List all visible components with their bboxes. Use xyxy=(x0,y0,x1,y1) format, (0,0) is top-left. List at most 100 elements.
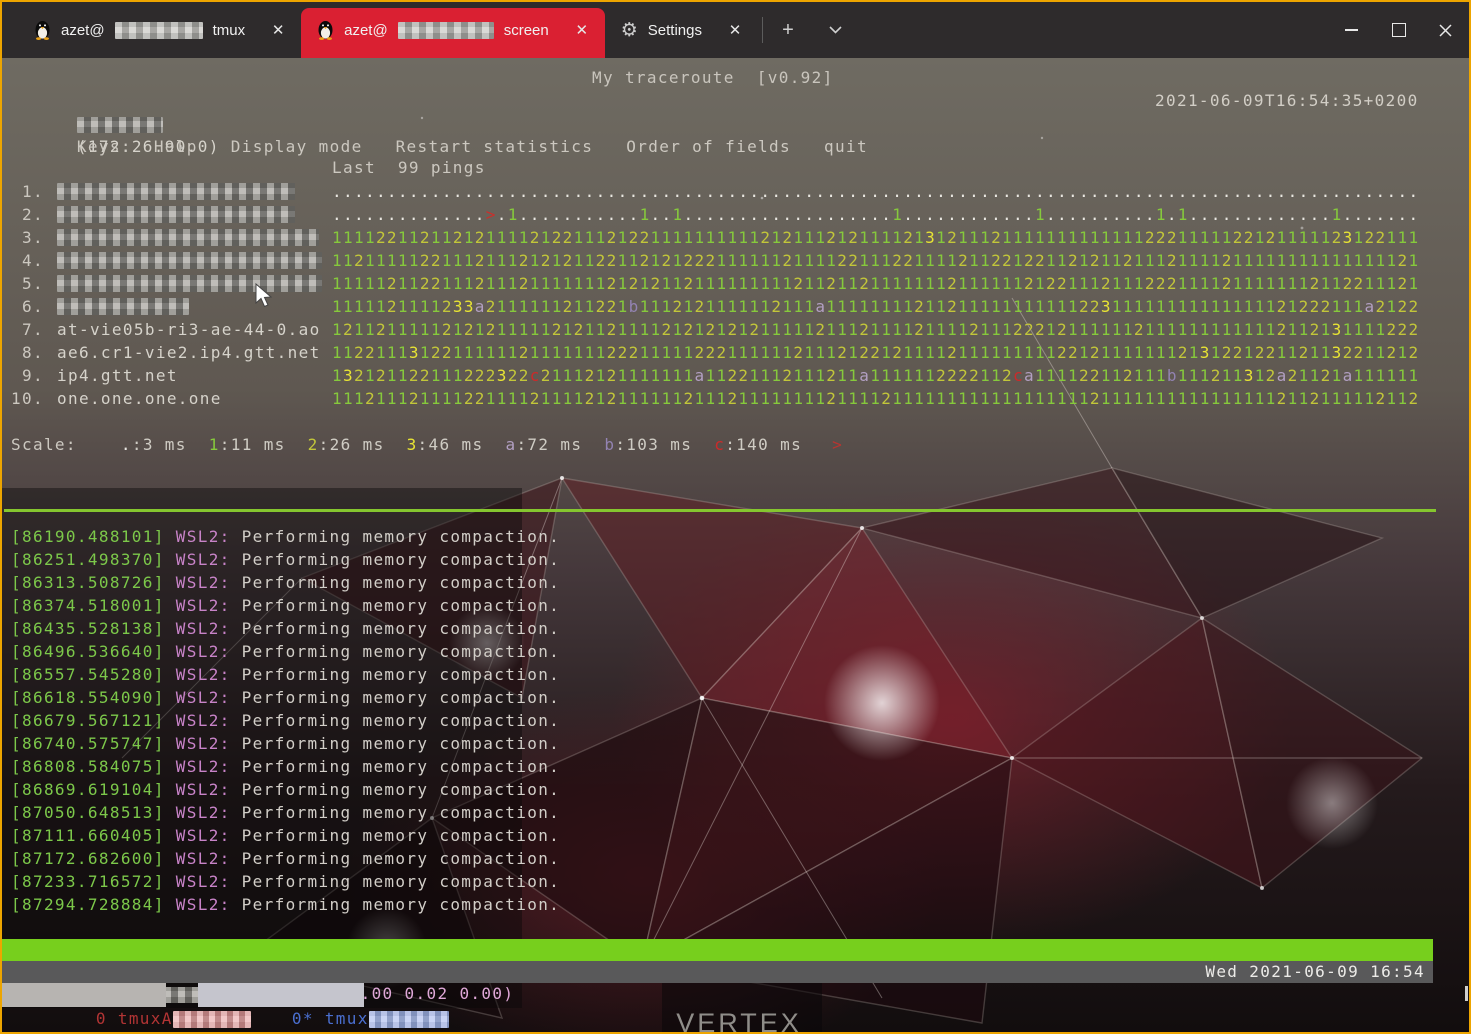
mtr-timestamp: 2021-06-09T16:54:35+0200 xyxy=(1155,91,1419,110)
log-line: [86618.554090] WSL2: Performing memory c… xyxy=(11,686,560,709)
redacted-hostname xyxy=(57,298,189,315)
log-timestamp: [86808.584075] xyxy=(11,757,165,776)
terminal-window: azet@ tmux ✕ azet@ screen ✕ ⚙ Settings ✕… xyxy=(0,0,1471,1034)
log-tag: WSL2: xyxy=(164,872,231,891)
window-controls xyxy=(1328,2,1469,58)
log-message: Performing memory compaction. xyxy=(230,619,561,638)
terminal-screen[interactable]: VERTEX My traceroute [v0.92] 2021-06-09T… xyxy=(2,58,1469,1032)
hop-ping-history: 1121111122111211121212112211212122211111… xyxy=(332,251,1420,270)
log-line: [86679.567121] WSL2: Performing memory c… xyxy=(11,709,560,732)
tmux-status-bar: [8] 0:zsh* 1:zsh- 16:54 09-Jun-21 xyxy=(2,939,1433,981)
tab-close-icon[interactable]: ✕ xyxy=(726,21,744,39)
log-message: Performing memory compaction. xyxy=(230,872,561,891)
tab-close-icon[interactable]: ✕ xyxy=(269,21,287,39)
pings-header: Last 99 pings xyxy=(332,158,486,177)
hop-hostname: ip4.gtt.net xyxy=(57,366,178,385)
tab-title: Settings xyxy=(647,21,702,39)
log-message: Performing memory compaction. xyxy=(230,849,561,868)
tab-strip: azet@ tmux ✕ azet@ screen ✕ ⚙ Settings ✕… xyxy=(2,2,853,58)
tab-tmux[interactable]: azet@ tmux ✕ xyxy=(18,2,301,58)
screen-tab-tmux2[interactable]: 0* tmux xyxy=(198,983,449,1028)
log-timestamp: [86618.554090] xyxy=(11,688,165,707)
redacted-hostname xyxy=(57,206,295,223)
key-quit: quit xyxy=(824,137,868,156)
log-timestamp: [86251.498370] xyxy=(11,550,165,569)
log-timestamp: [87172.682600] xyxy=(11,849,165,868)
log-message: Performing memory compaction. xyxy=(230,780,561,799)
hop-ping-history: ..............>.1...........1..1........… xyxy=(332,205,1420,224)
tab-title-prefix: azet@ xyxy=(344,21,388,39)
new-tab-button[interactable]: + xyxy=(771,13,805,47)
linux-penguin-icon xyxy=(35,21,50,40)
log-message: Performing memory compaction. xyxy=(230,711,561,730)
mouse-cursor xyxy=(255,283,273,308)
log-tag: WSL2: xyxy=(164,596,231,615)
log-line: [87050.648513] WSL2: Performing memory c… xyxy=(11,801,560,824)
hop-number: 1. xyxy=(22,182,44,201)
log-timestamp: [87233.716572] xyxy=(11,872,165,891)
minimize-button[interactable] xyxy=(1328,2,1375,58)
hop-ping-history: 1112111211112211112111121211111121112111… xyxy=(332,389,1420,408)
log-line: [87111.660405] WSL2: Performing memory c… xyxy=(11,824,560,847)
log-timestamp: [86435.528138] xyxy=(11,619,165,638)
screen-tab-tmuxA[interactable]: 0 tmuxA xyxy=(2,983,251,1028)
key-order-of-fields: Order of fields xyxy=(626,137,792,156)
key-display-mode: Display mode xyxy=(230,137,363,156)
log-message: Performing memory compaction. xyxy=(230,642,561,661)
log-line: [86251.498370] WSL2: Performing memory c… xyxy=(11,548,560,571)
hop-number: 3. xyxy=(22,228,44,247)
tab-dropdown-button[interactable] xyxy=(819,13,853,47)
close-button[interactable] xyxy=(1422,2,1469,58)
log-tag: WSL2: xyxy=(164,757,231,776)
hop-number: 4. xyxy=(22,251,44,270)
log-tag: WSL2: xyxy=(164,573,231,592)
separator-line xyxy=(4,509,1436,512)
gear-icon: ⚙ xyxy=(620,19,638,41)
hop-ping-history: 132121122111222322c21112121111111a112211… xyxy=(332,366,1420,385)
log-line: [86740.575747] WSL2: Performing memory c… xyxy=(11,732,560,755)
log-tag: WSL2: xyxy=(164,734,231,753)
screen-tab-separator: | xyxy=(182,1031,193,1032)
log-message: Performing memory compaction. xyxy=(230,596,561,615)
log-line: [87233.716572] WSL2: Performing memory c… xyxy=(11,870,560,893)
log-timestamp: [86190.488101] xyxy=(11,527,165,546)
log-message: Performing memory compaction. xyxy=(230,527,561,546)
scale-label: Scale: xyxy=(11,435,99,454)
log-line: [86374.518001] WSL2: Performing memory c… xyxy=(11,594,560,617)
log-line: [86808.584075] WSL2: Performing memory c… xyxy=(11,755,560,778)
tab-settings[interactable]: ⚙ Settings ✕ xyxy=(605,2,758,58)
log-line: [86435.528138] WSL2: Performing memory c… xyxy=(11,617,560,640)
tab-close-icon[interactable]: ✕ xyxy=(573,21,591,39)
scale-entry: b:103 ms xyxy=(604,435,693,454)
hop-ping-history: 1211211111212121111121211211112121212121… xyxy=(332,320,1420,339)
hop-number: 8. xyxy=(22,343,44,362)
log-tag: WSL2: xyxy=(164,550,231,569)
hop-ping-history: ........................................… xyxy=(332,182,1420,201)
log-message: Performing memory compaction. xyxy=(230,895,561,914)
screen-tab2-label: 0* tmux xyxy=(291,1009,369,1028)
maximize-button[interactable] xyxy=(1375,2,1422,58)
scale-entry: .:3 ms xyxy=(120,435,187,454)
hop-ping-history: 1122111312211111121111111222111112221111… xyxy=(332,343,1420,362)
tab-screen-active[interactable]: azet@ screen ✕ xyxy=(301,8,605,58)
minimize-icon xyxy=(1345,29,1358,31)
host-status-bar: azet@AZ- | (load: 0.00 0.02 0.00) Wed 20… xyxy=(2,961,1433,1003)
log-tag: WSL2: xyxy=(164,711,231,730)
redacted-hostname xyxy=(114,21,203,39)
key-restart-statistics: Restart statistics xyxy=(395,137,594,156)
maximize-icon xyxy=(1391,23,1406,37)
log-tag: WSL2: xyxy=(164,688,231,707)
hop-hostname: one.one.one.one xyxy=(57,389,222,408)
titlebar: azet@ tmux ✕ azet@ screen ✕ ⚙ Settings ✕… xyxy=(2,2,1469,58)
log-line: [87172.682600] WSL2: Performing memory c… xyxy=(11,847,560,870)
log-timestamp: [86869.619104] xyxy=(11,780,165,799)
log-timestamp: [86313.508726] xyxy=(11,573,165,592)
screen-tab-row: 0 tmuxA | 0* tmux xyxy=(2,983,1469,1028)
log-message: Performing memory compaction. xyxy=(230,803,561,822)
log-line: [86869.619104] WSL2: Performing memory c… xyxy=(11,778,560,801)
scrollbar-thumb[interactable] xyxy=(1465,986,1468,1001)
redacted-hostname xyxy=(57,183,295,200)
chevron-down-icon xyxy=(829,26,843,34)
hop-number: 6. xyxy=(22,297,44,316)
log-timestamp: [86740.575747] xyxy=(11,734,165,753)
